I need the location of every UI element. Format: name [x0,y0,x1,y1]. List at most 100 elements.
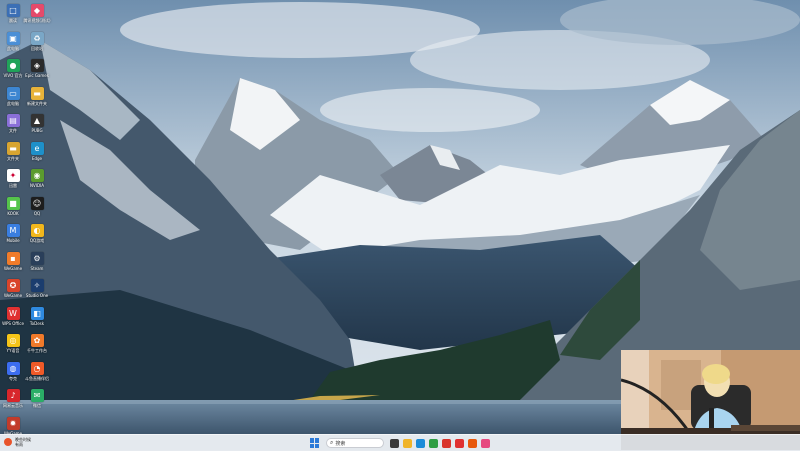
desktop-icon[interactable]: ✧ Studio One [24,279,50,298]
desktop-icon-label: Edge [31,155,43,161]
app-icon: ◍ [6,361,20,375]
app-orange-icon[interactable] [468,438,477,448]
desktop-icon-label: WPS Office [2,320,24,326]
desktop-icon[interactable]: ▭ 此电脑 [0,86,26,106]
app-icon: ■ [6,196,20,210]
edge-app-icon[interactable] [416,438,425,448]
desktop-icon-label: 迅雷 [9,183,17,188]
app-red-icon[interactable] [442,438,451,448]
app-icon: □ [6,4,20,17]
desktop-icon-label: 网易云音乐 [3,403,23,408]
app-icon: ✪ [6,279,20,292]
app-icon: ◐ [30,224,44,237]
desktop-icon-label: ToDesk [29,320,45,326]
desktop-icon-label: Epic Games [25,73,49,78]
app-pink-icon[interactable] [481,438,490,448]
desktop-icon-label: 此电脑 [7,45,19,51]
task-view-app-icon[interactable] [390,438,399,448]
desktop-icon[interactable]: ▪ WeGame [0,251,26,271]
desktop-icon[interactable]: M Mobile [0,224,26,243]
pinned-apps [390,438,494,448]
desktop-icon[interactable]: ◎ YY语音 [0,334,26,353]
desktop-icon[interactable]: ● VIVO 官方 [0,59,26,78]
desktop-icon-label: YY语音 [6,348,20,353]
desktop-icon[interactable]: ♪ 网易云音乐 [0,389,26,408]
desktop-icon-label: QQ游戏 [29,238,45,243]
desktop-icon[interactable]: ◆ 腾讯视频(测试) [23,4,51,23]
desktop-icon-label: 文件夹 [7,155,19,161]
desktop-icon[interactable]: ♻ 回收站 [24,31,50,51]
desktop-icon[interactable]: ⚙ Steam [24,251,50,271]
app-icon: ✧ [30,279,44,292]
weather-line2: 有雨 [15,442,23,447]
desktop-icon[interactable]: ✦ 迅雷 [0,169,26,188]
desktop-icon[interactable]: ◔ 斗鱼直播伴侣 [24,361,50,381]
desktop-icon[interactable]: ◈ Epic Games [24,59,50,78]
desktop-icon-label: VIVO 官方 [3,73,23,78]
taskbar-center: ⌕ 搜索 [310,437,494,449]
desktop-icon[interactable]: ◉ NVIDIA [24,169,50,188]
recycle-bin-icon: ♻ [30,31,44,45]
computer-icon: ▣ [6,31,20,45]
explorer-app-icon[interactable] [403,438,412,448]
desktop-icon[interactable]: ▬ 新建文件夹 [24,86,50,106]
desktop-icon[interactable]: ✪ WeGame [0,279,26,298]
wechat-icon: ✉ [30,389,44,402]
desktop-icon-label: 晨读 [9,18,17,23]
desktop-icon-area: □ 晨读 ◆ 腾讯视频(测试) ▣ 此电脑 ♻ 回收站 ● VIVO 官方 ◈ Epic Games ▭… [0,0,52,436]
app-icon: ◉ [30,169,44,182]
start-button[interactable] [310,438,320,448]
desktop-icon[interactable]: ▬ 文件夹 [0,141,26,161]
folder-icon: ▬ [6,141,20,155]
desktop-icon-label: Studio One [25,293,49,298]
app-icon: ◧ [30,306,44,320]
taskbar-search-box[interactable]: ⌕ 搜索 [326,438,384,448]
file-icon: ▤ [6,114,20,127]
computer-icon: ▭ [6,86,20,100]
app-icon: ✿ [30,334,44,347]
folder-icon: ▬ [30,86,44,100]
desktop-icon-label: 斗鱼直播伴侣 [25,375,49,381]
desktop-icon[interactable]: ✉ 微信 [24,389,50,408]
app-icon: ◆ [30,4,44,17]
wps-app-icon[interactable] [455,438,464,448]
desktop-icon[interactable]: ☺ QQ [24,196,50,216]
app-icon: ✦ [6,169,20,182]
desktop-icon[interactable]: ◐ QQ游戏 [24,224,50,243]
steam-icon: ⚙ [30,251,44,265]
desktop-icon[interactable]: W WPS Office [0,306,26,326]
desktop-icon-label: 回收站 [31,45,43,51]
desktop-icon-label: WeGame [3,265,23,271]
app-icon: W [6,306,20,320]
app-icon: M [6,224,20,237]
desktop-icon-label: Steam [30,265,44,271]
desktop-icon[interactable]: ▲ PUBG [24,114,50,133]
desktop-icon-label: PUBG [31,128,43,133]
desktop-icon[interactable]: ◍ 夸克 [0,361,26,381]
desktop-icon[interactable]: ▣ 此电脑 [0,31,26,51]
desktop-icon[interactable]: ✿ 千牛工作台 [24,334,50,353]
app-icon: ◈ [30,59,44,72]
app-icon: ▪ [6,251,20,265]
desktop-icon-label: 千牛工作台 [27,348,47,353]
desktop-icon[interactable]: ◧ ToDesk [24,306,50,326]
desktop-icon-label: WeGame [3,293,23,298]
weather-widget[interactable]: 晚些时候 有雨 [4,437,31,447]
desktop-icon[interactable]: ✹ WeGame [0,416,26,436]
app-icon: ◔ [30,361,44,375]
desktop-icon-label: KOOK [7,210,19,216]
desktop-icon-label: 此电脑 [7,100,19,106]
search-placeholder: 搜索 [335,440,346,447]
app-icon: ✹ [6,416,20,430]
desktop-icon-label: 夸克 [9,375,17,381]
desktop-icon[interactable]: ▤ 文件 [0,114,26,133]
desktop-icon-label: 新建文件夹 [27,100,47,106]
desktop-icon-label: Mobile [6,238,20,243]
chrome-app-icon[interactable] [429,438,438,448]
desktop-icon[interactable]: ■ KOOK [0,196,26,216]
desktop-icon-label: 文件 [9,128,17,133]
app-icon: ▲ [30,114,44,127]
desktop-icon[interactable]: e Edge [24,141,50,161]
desktop-icon-label: 腾讯视频(测试) [23,18,51,23]
desktop-icon-label: QQ [33,210,41,216]
